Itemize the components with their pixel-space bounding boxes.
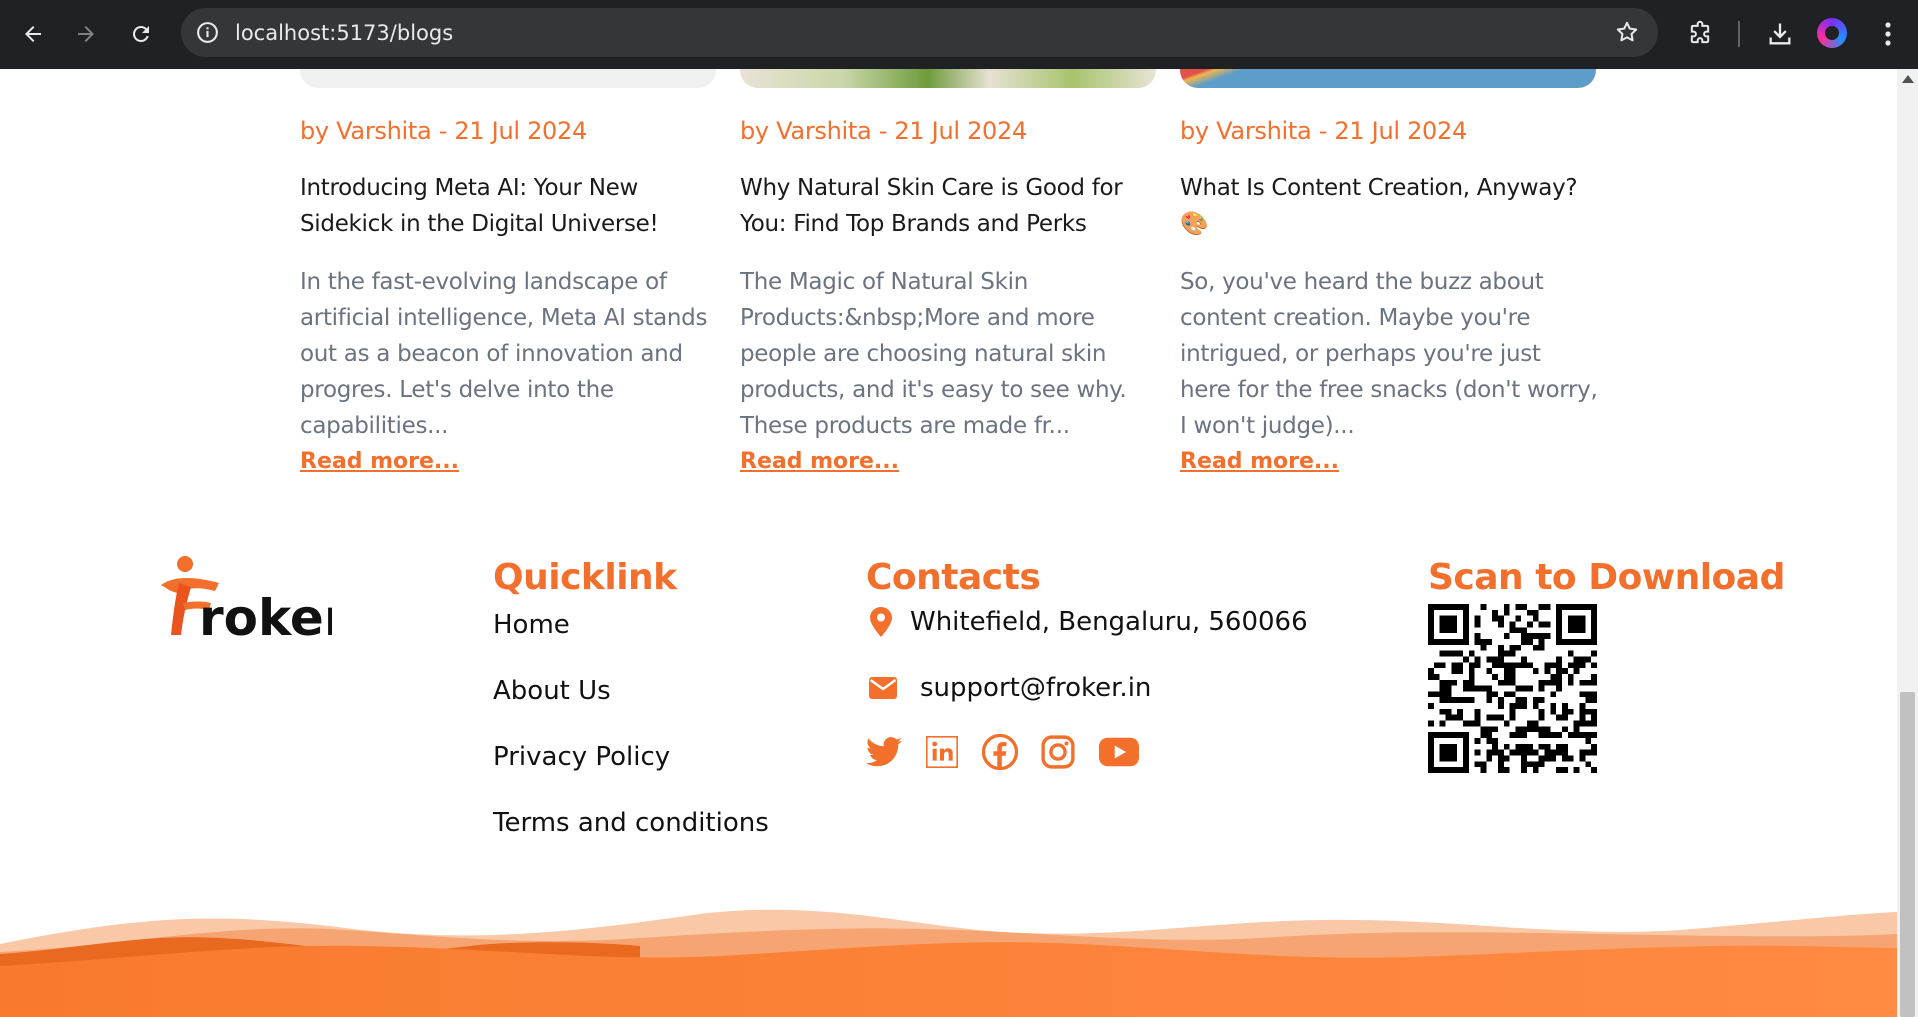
contact-email-text[interactable]: support@froker.in: [920, 673, 1151, 703]
browser-menu-button[interactable]: [1873, 19, 1903, 49]
footer-wave-decoration: [0, 909, 1897, 1017]
forward-button[interactable]: [64, 12, 108, 56]
browser-toolbar: localhost:5173/blogs: [0, 0, 1918, 69]
footer-link-home[interactable]: Home: [493, 610, 570, 640]
address-bar[interactable]: localhost:5173/blogs: [181, 8, 1658, 57]
blog-excerpt: So, you've heard the buzz about content …: [1180, 269, 1598, 439]
blog-excerpt: In the fast-evolving landscape of artifi…: [300, 269, 708, 439]
blog-card-image[interactable]: [300, 69, 716, 88]
youtube-icon[interactable]: [1098, 734, 1140, 770]
read-more-link[interactable]: Read more...: [740, 444, 899, 480]
blog-card: by Varshita - 21 Jul 2024 Introducing Me…: [300, 114, 718, 480]
scrollbar-thumb[interactable]: [1900, 692, 1915, 1017]
scroll-up-arrow-icon[interactable]: [1902, 75, 1914, 83]
blog-byline: by Varshita - 21 Jul 2024: [1180, 117, 1467, 145]
quicklink-heading: Quicklink: [493, 557, 677, 598]
blog-title[interactable]: Why Natural Skin Care is Good for You: F…: [740, 170, 1158, 242]
social-links: [866, 734, 1140, 770]
download-heading: Scan to Download: [1428, 557, 1785, 598]
blog-byline: by Varshita - 21 Jul 2024: [300, 117, 587, 145]
toolbar-divider: [1738, 21, 1740, 47]
blog-card-image[interactable]: [740, 69, 1156, 88]
back-button[interactable]: [11, 12, 55, 56]
footer-link-about[interactable]: About Us: [493, 676, 611, 706]
blog-card-image[interactable]: [1180, 69, 1596, 88]
download-icon: [1769, 23, 1791, 45]
blog-title[interactable]: Introducing Meta AI: Your New Sidekick i…: [300, 170, 718, 242]
downloads-button[interactable]: [1765, 19, 1795, 49]
blog-card: by Varshita - 21 Jul 2024 Why Natural Sk…: [740, 114, 1158, 480]
instagram-icon[interactable]: [1040, 734, 1076, 770]
page-scrollbar[interactable]: [1897, 69, 1918, 1017]
blog-title[interactable]: What Is Content Creation, Anyway? 🎨: [1180, 170, 1598, 242]
footer-link-privacy[interactable]: Privacy Policy: [493, 742, 670, 772]
blog-card: by Varshita - 21 Jul 2024 What Is Conten…: [1180, 114, 1598, 480]
more-vertical-icon: [1885, 22, 1891, 46]
bookmark-star-icon[interactable]: [1614, 19, 1640, 45]
extensions-button[interactable]: [1685, 19, 1715, 49]
linkedin-icon[interactable]: [924, 734, 960, 770]
arrow-right-icon: [78, 26, 94, 42]
froker-logo[interactable]: roker: [157, 555, 332, 641]
page-content: by Varshita - 21 Jul 2024 Introducing Me…: [0, 69, 1897, 1017]
url-text: localhost:5173/blogs: [235, 21, 454, 45]
contact-email[interactable]: support@froker.in: [866, 673, 1151, 703]
contact-address: Whitefield, Bengaluru, 560066: [866, 607, 1308, 637]
read-more-link[interactable]: Read more...: [300, 444, 459, 480]
contact-address-text: Whitefield, Bengaluru, 560066: [910, 607, 1308, 637]
read-more-link[interactable]: Read more...: [1180, 444, 1339, 480]
facebook-icon[interactable]: [982, 734, 1018, 770]
arrow-left-icon: [25, 26, 41, 42]
twitter-icon[interactable]: [866, 734, 902, 770]
reload-icon: [132, 25, 149, 42]
reload-button[interactable]: [119, 12, 163, 56]
puzzle-icon: [1690, 20, 1710, 44]
profile-avatar[interactable]: [1817, 18, 1847, 48]
logo-wordmark: roker: [199, 589, 332, 641]
map-pin-icon: [866, 607, 896, 637]
download-qr-code: [1428, 604, 1597, 773]
envelope-icon: [866, 673, 900, 703]
contacts-heading: Contacts: [866, 557, 1041, 598]
site-info-icon[interactable]: [195, 20, 220, 45]
blog-excerpt: The Magic of Natural Skin Products:&nbsp…: [740, 269, 1127, 439]
blog-byline: by Varshita - 21 Jul 2024: [740, 117, 1027, 145]
